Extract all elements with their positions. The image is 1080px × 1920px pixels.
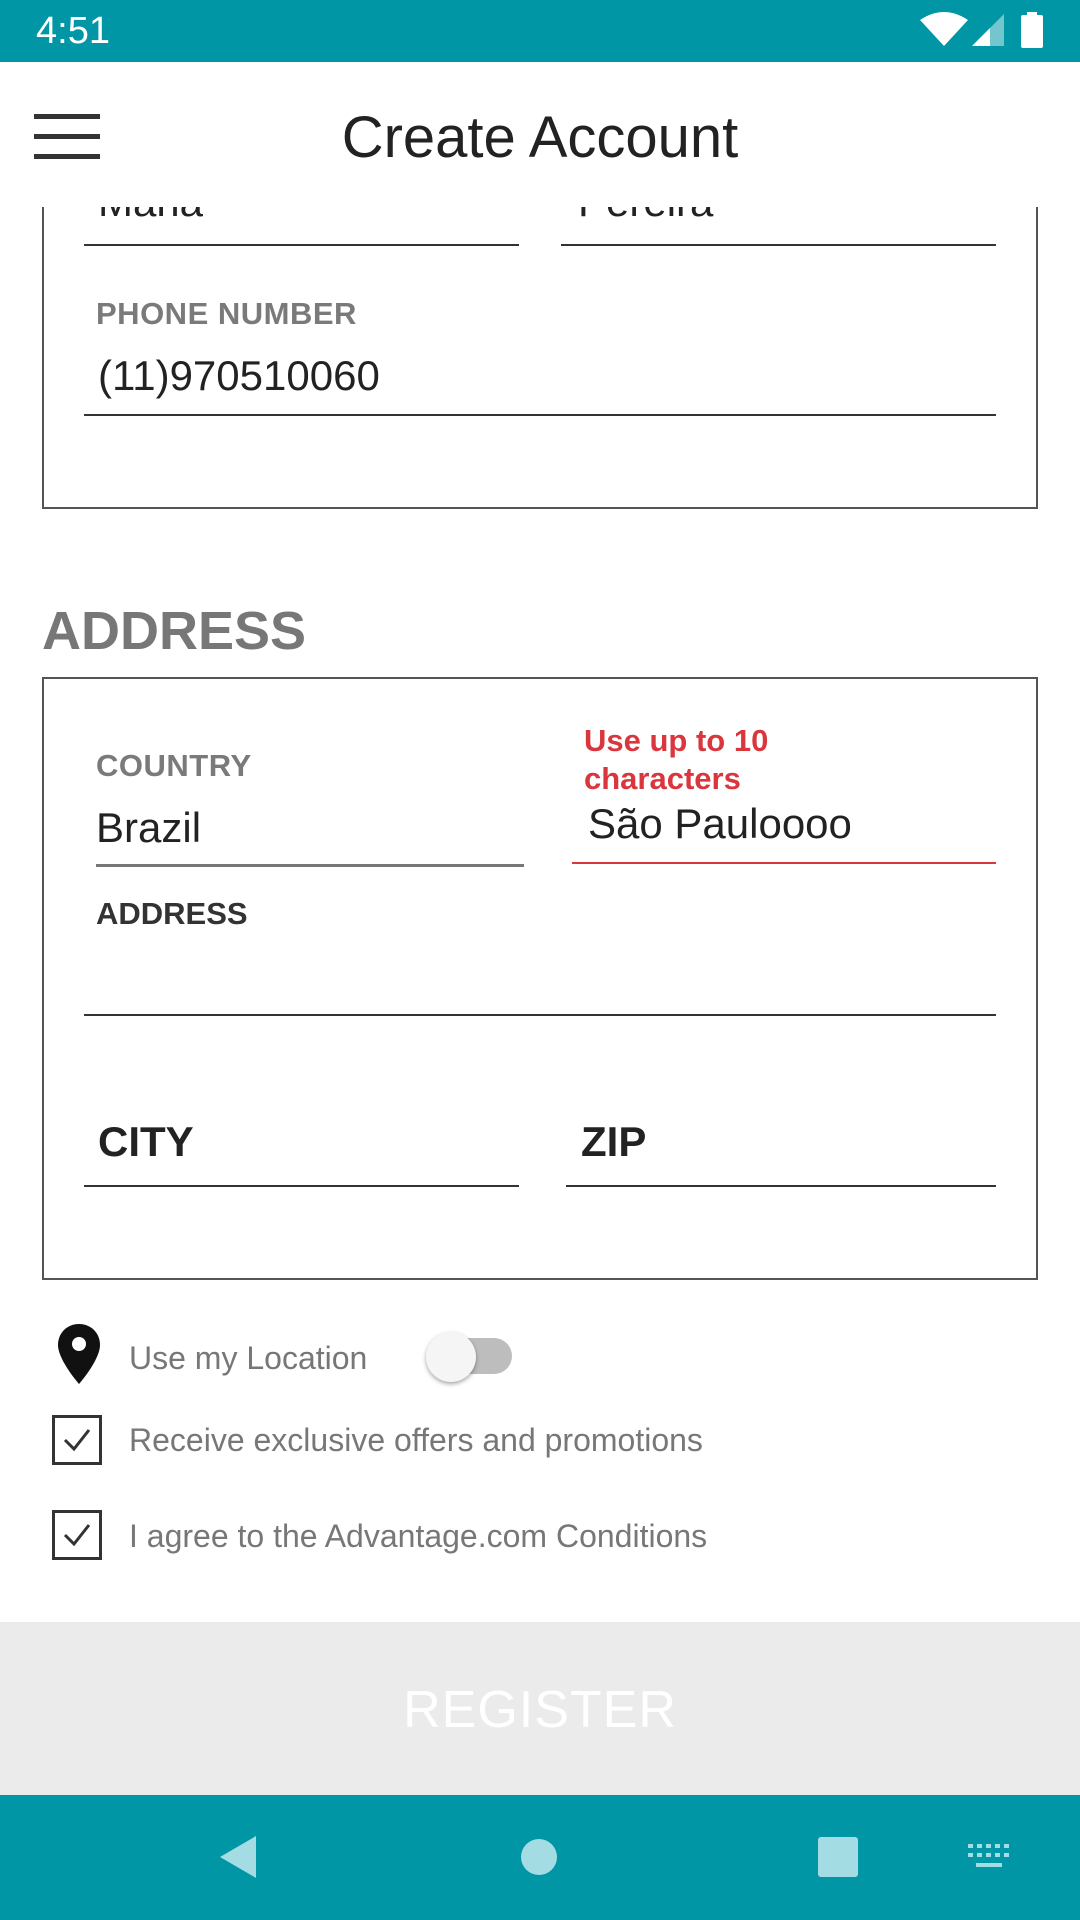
phone-underline bbox=[84, 414, 996, 416]
city-input[interactable]: CITY bbox=[98, 1118, 194, 1166]
address-input[interactable] bbox=[98, 950, 988, 1000]
recents-icon[interactable] bbox=[818, 1837, 858, 1877]
country-label: COUNTRY bbox=[96, 748, 252, 783]
phone-label: PHONE NUMBER bbox=[96, 296, 357, 331]
signal-icon bbox=[972, 14, 1004, 46]
back-icon[interactable] bbox=[218, 1834, 258, 1880]
address-label: ADDRESS bbox=[96, 896, 248, 931]
conditions-label: I agree to the Advantage.com Conditions bbox=[129, 1518, 708, 1554]
conditions-checkbox[interactable] bbox=[52, 1510, 102, 1560]
battery-icon bbox=[1021, 12, 1043, 48]
status-time: 4:51 bbox=[36, 10, 110, 52]
state-underline bbox=[572, 862, 996, 864]
address-underline bbox=[84, 1014, 996, 1016]
offers-checkbox[interactable] bbox=[52, 1415, 102, 1465]
country-underline bbox=[96, 864, 524, 867]
page-title: Create Account bbox=[341, 105, 739, 170]
use-location-switch-thumb[interactable] bbox=[426, 1332, 476, 1382]
use-location-label: Use my Location bbox=[129, 1340, 368, 1376]
zip-input[interactable]: ZIP bbox=[581, 1118, 646, 1166]
city-underline bbox=[84, 1185, 519, 1187]
state-error-line2: characters bbox=[584, 761, 741, 796]
state-error-line1: Use up to 10 bbox=[584, 723, 769, 758]
checkmark-icon bbox=[63, 1524, 91, 1547]
wifi-icon bbox=[920, 12, 968, 46]
keyboard-icon[interactable] bbox=[968, 1844, 1010, 1870]
home-icon[interactable] bbox=[520, 1838, 558, 1876]
checkmark-icon bbox=[63, 1429, 91, 1452]
register-button-label: REGISTER bbox=[403, 1681, 677, 1739]
phone-input[interactable]: (11)970510060 bbox=[98, 352, 380, 400]
last-name-underline bbox=[561, 244, 996, 246]
first-name-underline bbox=[84, 244, 519, 246]
state-input[interactable]: São Pauloooo bbox=[588, 800, 852, 848]
address-section-title: ADDRESS bbox=[42, 601, 307, 661]
zip-underline bbox=[566, 1185, 996, 1187]
offers-label: Receive exclusive offers and promotions bbox=[129, 1422, 703, 1458]
location-pin-icon bbox=[58, 1324, 100, 1384]
country-select[interactable]: Brazil bbox=[96, 804, 201, 852]
